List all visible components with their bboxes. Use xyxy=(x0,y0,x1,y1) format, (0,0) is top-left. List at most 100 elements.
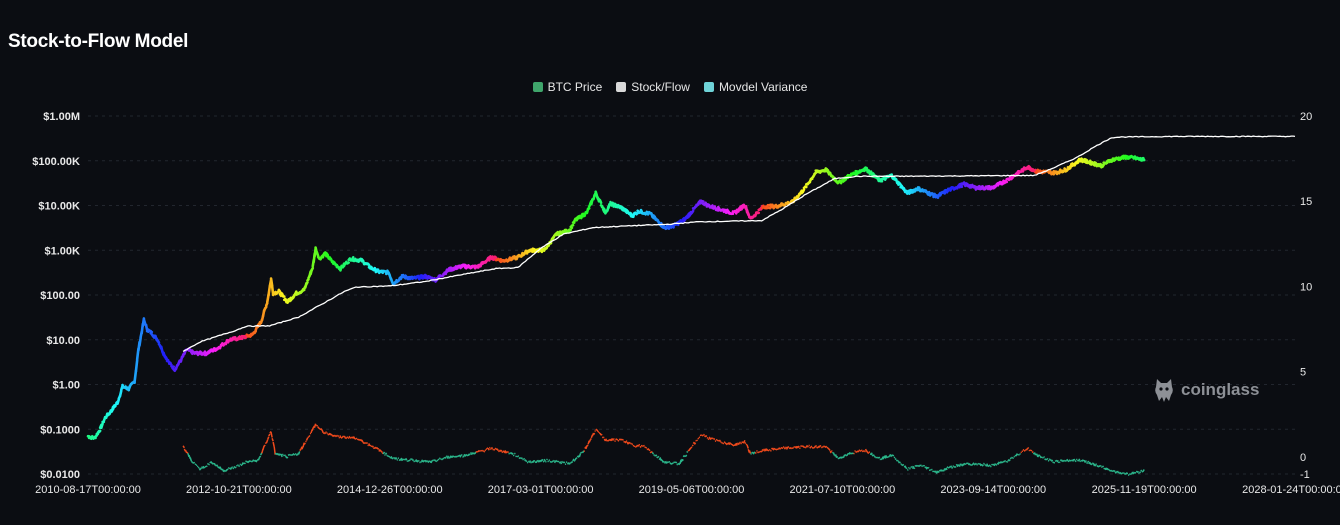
btc-price-segment xyxy=(1101,163,1105,169)
variance-segment xyxy=(420,460,423,463)
btc-price-segment xyxy=(97,429,102,434)
variance-segment xyxy=(578,453,582,458)
variance-segment xyxy=(629,442,631,444)
variance-segment xyxy=(243,462,246,465)
variance-segment xyxy=(739,441,741,444)
variance-segment xyxy=(925,466,928,470)
variance-segment xyxy=(559,461,563,465)
variance-segment xyxy=(855,451,858,454)
variance-segment xyxy=(648,449,651,452)
x-axis: 2010-08-17T00:00:00 2012-10-21T00:00:00 20… xyxy=(35,484,1340,496)
variance-segment xyxy=(1064,459,1067,463)
y-left-tick-label: $0.0100 xyxy=(40,469,80,481)
variance-segment xyxy=(441,458,444,461)
variance-segment xyxy=(1033,452,1037,456)
variance-segment xyxy=(792,447,794,449)
variance-segment xyxy=(496,448,499,452)
btc-price-segment xyxy=(694,204,698,209)
variance-segment xyxy=(701,434,704,437)
variance-segment xyxy=(226,468,229,471)
variance-segment xyxy=(565,461,568,464)
variance-segment xyxy=(787,445,790,448)
variance-segment xyxy=(192,461,195,465)
variance-segment xyxy=(489,448,492,450)
y-axis-left: $1.00M $100.00K $10.00K $1.00K $100.00 $10.00… xyxy=(32,111,80,481)
btc-price-segment xyxy=(267,285,272,297)
variance-segment xyxy=(647,448,650,451)
variance-segment xyxy=(394,456,398,460)
btc-price-segment xyxy=(1141,157,1146,162)
variance-segment xyxy=(979,463,982,467)
variance-segment xyxy=(272,441,275,447)
variance-segment xyxy=(208,463,210,466)
y-left-tick-label: $10.00 xyxy=(46,335,80,347)
variance-segment xyxy=(757,451,760,454)
variance-segment xyxy=(219,466,222,470)
variance-segment xyxy=(650,450,653,453)
btc-price-segment xyxy=(269,277,274,287)
variance-segment xyxy=(1098,464,1101,468)
variance-segment xyxy=(951,466,954,469)
variance-segment xyxy=(377,448,380,450)
variance-segment xyxy=(1031,451,1034,454)
variance-segment xyxy=(241,462,244,466)
variance-segment xyxy=(258,455,262,458)
btc-price-segment xyxy=(813,171,818,176)
variance-segment xyxy=(302,442,305,448)
variance-segment xyxy=(901,464,904,467)
variance-segment xyxy=(189,457,193,462)
variance-segment xyxy=(709,437,713,441)
variance-segment xyxy=(286,456,289,459)
btc-price-segment xyxy=(422,273,427,278)
variance-segment xyxy=(499,449,503,453)
btc-price-segment xyxy=(656,220,661,224)
variance-segment xyxy=(251,459,255,462)
variance-segment xyxy=(442,457,445,460)
btc-price-segment xyxy=(418,275,422,281)
variance-segment xyxy=(731,443,734,446)
btc-price-segment xyxy=(301,288,306,292)
coinglass-logo-icon xyxy=(1155,379,1173,402)
variance-segment xyxy=(535,460,538,464)
variance-segment xyxy=(586,444,589,447)
btc-price-segment xyxy=(898,181,902,186)
btc-price-segment xyxy=(1120,156,1125,160)
variance-segment xyxy=(597,430,600,433)
variance-segment xyxy=(518,456,521,460)
variance-segment xyxy=(229,467,233,470)
y-left-tick-label: $1.00M xyxy=(43,111,80,123)
btc-price-segment xyxy=(350,256,355,261)
stock-to-flow-chart[interactable]: $1.00M $100.00K $10.00K $1.00K $100.00 $10.00… xyxy=(0,0,1340,525)
variance-segment xyxy=(1139,471,1142,474)
variance-segment xyxy=(1056,459,1059,463)
variance-segment xyxy=(904,465,907,469)
variance-segment xyxy=(887,455,891,458)
btc-price-segment xyxy=(420,276,425,280)
variance-segment xyxy=(1049,459,1052,462)
x-tick-label: 2019-05-06T00:00:00 xyxy=(639,484,745,496)
variance-segment xyxy=(468,453,471,456)
variance-segment xyxy=(913,467,916,470)
variance-segment xyxy=(376,446,379,450)
btc-price-segment xyxy=(264,301,269,307)
variance-segment xyxy=(1136,470,1139,474)
y-left-tick-label: $1.00 xyxy=(52,380,80,392)
variance-segment xyxy=(1087,460,1090,463)
btc-price-segment xyxy=(1084,158,1089,162)
variance-segment xyxy=(368,443,371,447)
variance-segment xyxy=(567,462,571,465)
variance-segment xyxy=(205,465,208,468)
variance-segment xyxy=(1027,446,1030,450)
btc-price-segment xyxy=(879,179,884,183)
coinglass-watermark: coinglass xyxy=(1153,377,1259,403)
variance-segment xyxy=(542,460,545,463)
variance-segment xyxy=(872,454,875,457)
variance-segment xyxy=(265,439,269,444)
variance-segment xyxy=(814,444,818,448)
variance-segment xyxy=(865,450,869,454)
y-right-tick-label: 10 xyxy=(1300,281,1312,293)
btc-price-segment xyxy=(613,202,618,207)
variance-segment xyxy=(570,461,573,464)
y-right-tick-label: 0 xyxy=(1300,452,1306,464)
variance-segment xyxy=(552,459,555,462)
